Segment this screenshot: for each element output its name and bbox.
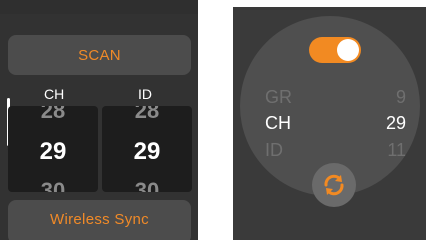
ch-picker-prev[interactable]: 28 — [8, 106, 98, 124]
left-screen: SCAN CH ID 28 29 30 28 29 30 Wireless Sy… — [0, 0, 198, 240]
ch-picker[interactable]: 28 29 30 — [8, 106, 98, 192]
wireless-sync-button[interactable]: Wireless Sync — [8, 200, 191, 240]
id-value: 11 — [387, 140, 406, 160]
ch-column-label: CH — [44, 86, 65, 102]
id-picker[interactable]: 28 29 30 — [102, 106, 192, 192]
top-band — [0, 0, 198, 14]
scan-button[interactable]: SCAN — [8, 35, 191, 75]
sync-button[interactable] — [312, 163, 356, 207]
id-picker-prev[interactable]: 28 — [102, 106, 192, 124]
toggle-knob[interactable] — [337, 39, 359, 61]
ch-value: 29 — [385, 113, 406, 133]
sync-arrows-icon — [324, 174, 344, 196]
id-picker-next[interactable]: 30 — [102, 178, 192, 192]
ch-label: CH — [265, 113, 291, 133]
gr-label: GR — [265, 87, 292, 107]
gr-value: 9 — [395, 87, 406, 107]
id-picker-current[interactable]: 29 — [102, 138, 192, 166]
ch-picker-current[interactable]: 29 — [8, 138, 98, 166]
ch-picker-next[interactable]: 30 — [8, 178, 98, 192]
id-label: ID — [265, 140, 283, 160]
right-screen: GR 9 CH 29 ID 11 — [233, 7, 426, 240]
id-column-label: ID — [138, 86, 152, 102]
wireless-toggle[interactable] — [309, 37, 361, 63]
